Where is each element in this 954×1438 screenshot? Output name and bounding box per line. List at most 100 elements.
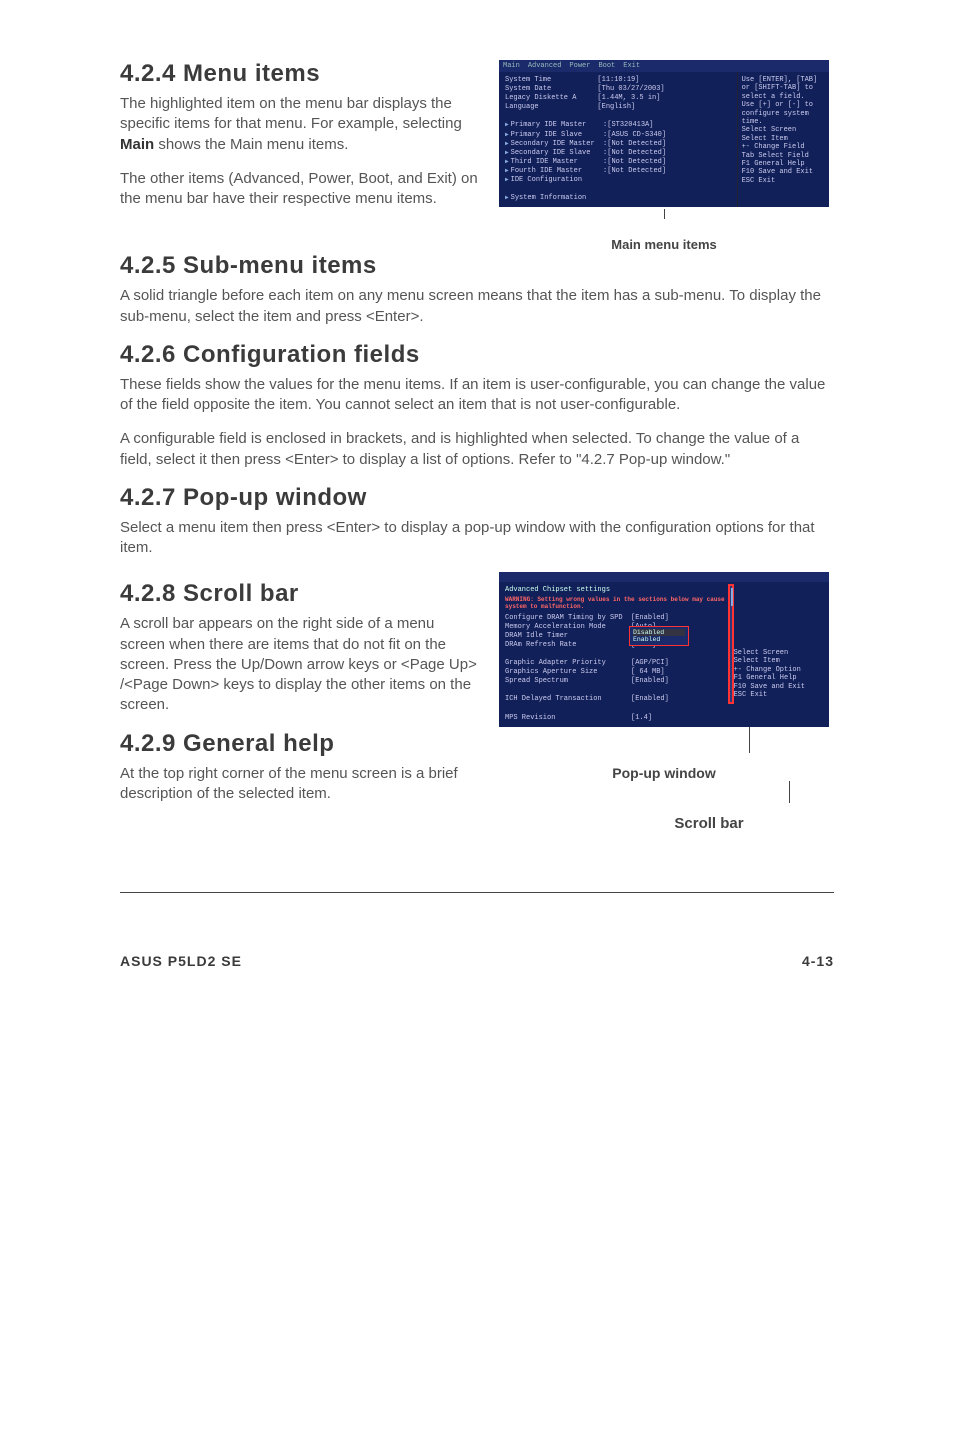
bios2-row: Spread Spectrum [Enabled] xyxy=(505,677,728,686)
figure-main-menu: Main Advanced Power Boot Exit System Tim… xyxy=(494,60,834,252)
spacer xyxy=(734,641,821,649)
heading-427: 4.2.7 Pop-up window xyxy=(120,484,834,512)
section-428-row: 4.2.8 Scroll bar A scroll bar appears on… xyxy=(120,572,834,831)
bios2-help-line: F1 General Help xyxy=(734,674,821,682)
bios2-title: Advanced Chipset settings xyxy=(505,586,728,595)
para-425-1: A solid triangle before each item on any… xyxy=(120,286,834,327)
bios1-tab-4: Exit xyxy=(623,62,640,70)
heading-426: 4.2.6 Configuration fields xyxy=(120,341,834,369)
bios1-right: Use [ENTER], [TAB]or [SHIFT-TAB] toselec… xyxy=(737,72,829,207)
bios2-row: Configure DRAM Timing by SPD [Enabled] xyxy=(505,614,728,623)
popup-opt-1: Enabled xyxy=(633,636,685,643)
para-429-1: At the top right corner of the menu scre… xyxy=(120,764,482,805)
bios1-help-line: select a field. xyxy=(742,93,825,101)
bios1-row xyxy=(505,112,731,121)
bios1-row: Legacy Diskette A [1.44M, 3.5 in] xyxy=(505,94,731,103)
para-424-1: The highlighted item on the menu bar dis… xyxy=(120,94,482,155)
bios1-help-line: F1 General Help xyxy=(742,160,825,168)
bios1-help-line: Use [+] or [-] to xyxy=(742,101,825,109)
page: 4.2.4 Menu items The highlighted item on… xyxy=(0,0,954,1009)
heading-429: 4.2.9 General help xyxy=(120,730,482,758)
bios1-help-line: +- Change Field xyxy=(742,143,825,151)
heading-428: 4.2.8 Scroll bar xyxy=(120,580,482,608)
bios-screenshot-2: Advanced Chipset settings WARNING: Setti… xyxy=(499,572,829,726)
bios1-row: Language [English] xyxy=(505,103,731,112)
heading-424: 4.2.4 Menu items xyxy=(120,60,482,88)
bios1-row: System Time [11:10:19] xyxy=(505,76,731,85)
bios2-right: Select Screen Select Item+- Change Optio… xyxy=(728,586,823,722)
bios2-help-line: ESC Exit xyxy=(734,691,821,699)
spacer xyxy=(734,624,821,632)
bios2-row: ICH Delayed Transaction [Enabled] xyxy=(505,695,728,704)
footer-rule xyxy=(120,892,834,893)
bios1-row: Third IDE Master :[Not Detected] xyxy=(505,158,731,167)
spacer xyxy=(734,590,821,598)
bios2-warning: WARNING: Setting wrong values in the sec… xyxy=(505,597,728,610)
bios1-help-line: ESC Exit xyxy=(742,177,825,185)
bios2-row: MPS Revision [1.4] xyxy=(505,714,728,723)
bios2-caption-popup: Pop-up window xyxy=(612,765,715,781)
bios2-row xyxy=(505,686,728,695)
bios1-help-line: Select Screen xyxy=(742,126,825,134)
bios2-help-line: +- Change Option xyxy=(734,666,821,674)
section-428-text: 4.2.8 Scroll bar A scroll bar appears on… xyxy=(120,572,482,831)
bios2-row: Graphic Adapter Priority [AGP/PCI] xyxy=(505,659,728,668)
bios1-tab-2: Power xyxy=(569,62,590,70)
bios1-row: IDE Configuration xyxy=(505,176,731,185)
bios2-row: Graphics Aperture Size [ 64 MB] xyxy=(505,668,728,677)
bios1-help-line: or [SHIFT-TAB] to xyxy=(742,84,825,92)
bios2-row: DRAM Idle Timer [Auto] xyxy=(505,632,728,641)
bios2-help-line: Select Item xyxy=(734,657,821,665)
bios1-help-line: Select Item xyxy=(742,135,825,143)
bios1-row: Primary IDE Master :[ST320413A] xyxy=(505,121,731,130)
bios2-popup: Disabled Enabled xyxy=(629,626,689,646)
para-424-1a: The highlighted item on the menu bar dis… xyxy=(120,95,462,132)
bios-screenshot-1: Main Advanced Power Boot Exit System Tim… xyxy=(499,60,829,207)
bios1-tab-3: Boot xyxy=(598,62,615,70)
bios1-help-line: configure system time. xyxy=(742,110,825,127)
bios1-row: System Date [Thu 03/27/2003] xyxy=(505,85,731,94)
para-426-2: A configurable field is enclosed in brac… xyxy=(120,429,834,470)
para-428-1: A scroll bar appears on the right side o… xyxy=(120,614,482,715)
bios2-body: Advanced Chipset settings WARNING: Setti… xyxy=(499,582,829,726)
bios2-rows: Configure DRAM Timing by SPD [Enabled]Me… xyxy=(505,614,728,723)
spacer xyxy=(734,599,821,607)
bios1-caption: Main menu items xyxy=(611,237,716,252)
bios1-row: System Information xyxy=(505,194,731,203)
para-424-1c: shows the Main menu items. xyxy=(154,136,348,153)
section-424-text: 4.2.4 Menu items The highlighted item on… xyxy=(120,60,482,252)
page-footer: ASUS P5LD2 SE 4-13 xyxy=(120,953,834,969)
bios2-row xyxy=(505,705,728,714)
para-426-1: These fields show the values for the men… xyxy=(120,375,834,416)
bios2-left: Advanced Chipset settings WARNING: Setti… xyxy=(505,586,728,722)
bios1-tab-0: Main xyxy=(503,62,520,70)
bios1-help-line: F10 Save and Exit xyxy=(742,168,825,176)
spacer xyxy=(734,632,821,640)
section-424-row: 4.2.4 Menu items The highlighted item on… xyxy=(120,60,834,252)
popup-pointer-line xyxy=(749,727,750,753)
bios1-tabs: Main Advanced Power Boot Exit xyxy=(499,60,829,72)
para-424-1b: Main xyxy=(120,136,154,153)
bios2-help-line: F10 Save and Exit xyxy=(734,683,821,691)
spacer xyxy=(734,615,821,623)
bios2-header xyxy=(499,572,829,582)
bios2-caption-scroll: Scroll bar xyxy=(674,815,743,832)
scrollbar-pointer-line xyxy=(789,781,790,803)
popup-opt-0: Disabled xyxy=(633,629,685,636)
bios2-help-line: Select Screen xyxy=(734,649,821,657)
bios2-row: DRAm Refresh Rate [Auto] xyxy=(505,641,728,650)
para-424-2: The other items (Advanced, Power, Boot, … xyxy=(120,169,482,210)
bios1-help-line: Use [ENTER], [TAB] xyxy=(742,76,825,84)
bios1-left: System Time [11:10:19]System Date [Thu 0… xyxy=(499,72,737,207)
bios1-row xyxy=(505,185,731,194)
bios1-row: Secondary IDE Master :[Not Detected] xyxy=(505,140,731,149)
bios1-row: Secondary IDE Slave :[Not Detected] xyxy=(505,149,731,158)
spacer xyxy=(734,607,821,615)
figure-pointer-line xyxy=(664,209,665,219)
figure-popup-scroll: Advanced Chipset settings WARNING: Setti… xyxy=(494,572,834,831)
footer-right: 4-13 xyxy=(802,953,834,969)
bios2-scrollbar xyxy=(728,584,734,704)
para-427-1: Select a menu item then press <Enter> to… xyxy=(120,518,834,559)
bios1-body: System Time [11:10:19]System Date [Thu 0… xyxy=(499,72,829,207)
heading-425: 4.2.5 Sub-menu items xyxy=(120,252,834,280)
